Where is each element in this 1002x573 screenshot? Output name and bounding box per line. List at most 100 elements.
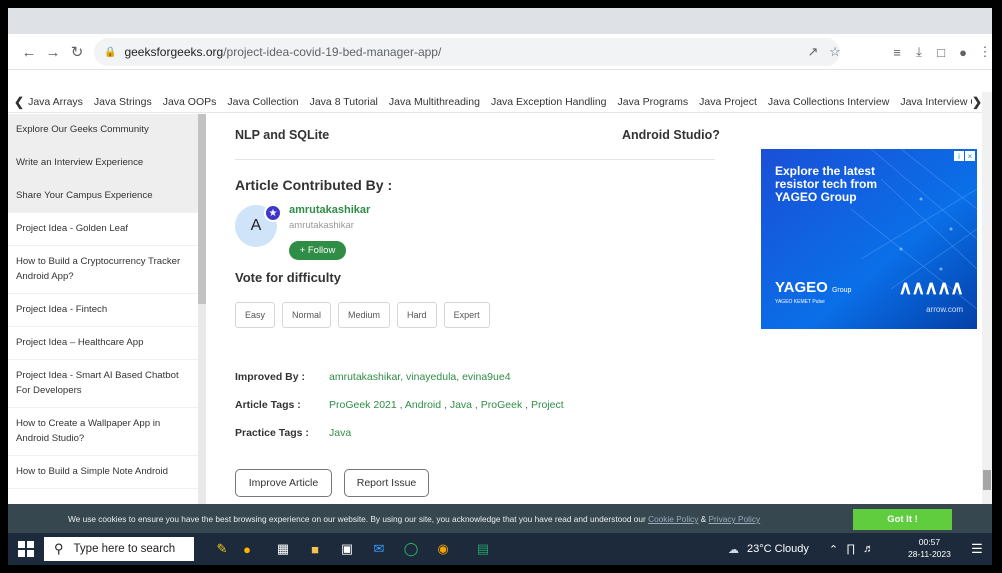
topic-link[interactable]: Java 8 Tutorial [310,96,378,108]
header-spacer [8,70,992,91]
notifications-icon[interactable]: ☰ [966,539,988,559]
chrome-icon[interactable]: ◉ [432,539,454,559]
address-bar[interactable]: 🔒 geeksforgeeks.org/project-idea-covid-1… [94,38,840,66]
report-issue-button[interactable]: Report Issue [344,469,429,497]
taskbar-search-input[interactable]: ⚲ Type here to search [44,537,194,561]
topic-scroll-right-icon[interactable]: ❯ [971,95,982,109]
author-handle: amrutakashikar [289,220,354,231]
vote-medium-button[interactable]: Medium [338,302,391,328]
tray-expand-icon[interactable]: ⌃ [829,543,838,556]
sidebar-item-share-campus[interactable]: Share Your Campus Experience [8,180,198,213]
reload-icon[interactable]: ↻ [66,41,88,63]
article-tags-links[interactable]: ProGeek 2021 , Android , Java , ProGeek … [329,399,564,411]
ad-partner-logo: ∧∧∧∧∧ [898,278,964,299]
ad-brand-suffix: Group [831,287,852,294]
next-article-link[interactable]: Android Studio? [622,128,720,142]
profile-avatar-icon[interactable]: ● [952,41,974,63]
ad-headline: Explore the latest resistor tech from YA… [775,164,878,204]
mail-icon[interactable]: ✉ [368,539,390,559]
task-view-icon[interactable]: ▦ [272,539,294,559]
improve-article-button[interactable]: Improve Article [235,469,332,497]
weather-text[interactable]: 23°C Cloudy [747,543,809,555]
user-badge-icon[interactable]: ● [236,539,258,559]
prev-article-link[interactable]: NLP and SQLite [235,128,329,142]
sidebar: Explore Our Geeks Community Write an Int… [8,114,198,504]
improved-by-row: Improved By : amrutakashikar, vinayedula… [235,371,511,383]
topic-link[interactable]: Java OOPs [163,96,217,108]
page-scrollbar[interactable] [982,92,992,532]
ad-close-icon[interactable]: × [965,151,975,161]
clock[interactable]: 00:57 28-11-2023 [908,536,951,560]
topic-link[interactable]: Java Collections Interview [768,96,889,108]
excel-icon[interactable]: ▤ [472,539,494,559]
vote-normal-button[interactable]: Normal [282,302,332,328]
search-placeholder: Type here to search [73,543,176,555]
share-icon[interactable]: ↗ [802,41,824,63]
ad-info-icon[interactable]: i [954,151,964,161]
sidebar-item-healthcare[interactable]: Project Idea – Healthcare App [8,327,198,360]
bookmark-star-icon[interactable]: ☆ [824,41,846,63]
vote-easy-button[interactable]: Easy [235,302,276,328]
topic-bar: ❮ Java Arrays Java Strings Java OOPs Jav… [8,91,992,113]
back-icon[interactable]: ← [18,41,40,63]
improved-by-label: Improved By : [235,371,306,383]
sidebar-item-explore-community[interactable]: Explore Our Geeks Community [8,114,198,147]
topic-link[interactable]: Java Multithreading [389,96,480,108]
topic-link[interactable]: Java Strings [94,96,152,108]
sidebar-item-note-app[interactable]: How to Build a Simple Note Android [8,456,198,489]
reading-list-icon[interactable]: ≡ [886,41,908,63]
follow-button[interactable]: + Follow [289,241,346,260]
task-view-art-icon[interactable]: ✎ [206,539,238,559]
got-it-button[interactable]: Got It ! [853,509,952,530]
windows-start-icon[interactable] [18,541,34,557]
file-explorer-icon[interactable]: ■ [304,539,326,559]
toolbar-actions: ≡ ⤓ □ ● ⋮ [886,41,992,63]
topic-link[interactable]: Java Collection [227,96,298,108]
forward-icon[interactable]: → [42,41,64,63]
page-scroll-thumb[interactable] [983,470,991,490]
cookie-policy-link[interactable]: Cookie Policy [648,514,698,524]
edge-icon[interactable]: ◯ [400,539,422,559]
url-domain: geeksforgeeks.org [124,45,224,59]
topic-link[interactable]: Java Project [699,96,757,108]
topic-link[interactable]: Java Exception Handling [491,96,607,108]
search-icon: ⚲ [54,541,64,556]
author-badge-star-icon: ★ [264,204,282,222]
ad-subbrands: YAGEO KEMET Pulse [775,299,825,305]
improved-by-links[interactable]: amrutakashikar, vinayedula, evina9ue4 [329,371,511,383]
sidebar-item-golden-leaf[interactable]: Project Idea - Golden Leaf [8,213,198,246]
network-icon[interactable]: ∏ [846,543,855,555]
sidebar-item-fintech[interactable]: Project Idea - Fintech [8,294,198,327]
cookie-amp: & [698,514,709,524]
vote-expert-button[interactable]: Expert [443,302,490,328]
browser-title-bar [8,8,992,34]
cloud-icon: ☁ [728,543,739,556]
vote-difficulty-heading: Vote for difficulty [235,270,341,285]
system-tray: ☁ 23°C Cloudy ⌃ ∏ ♬ [728,533,874,565]
sidebar-item-crypto-tracker[interactable]: How to Build a Cryptocurrency Tracker An… [8,246,198,294]
store-icon[interactable]: ▣ [336,539,358,559]
sidebar-scroll-thumb[interactable] [198,114,206,304]
download-icon[interactable]: ⤓ [908,41,930,63]
sidebar-item-ai-chatbot[interactable]: Project Idea - Smart AI Based Chatbot Fo… [8,360,198,408]
topic-scroll-left-icon[interactable]: ❮ [8,95,28,109]
side-panel-icon[interactable]: □ [930,41,952,63]
clock-date: 28-11-2023 [908,549,951,559]
sidebar-item-wallpaper-app[interactable]: How to Create a Wallpaper App in Android… [8,408,198,456]
sidebar-scrollbar[interactable] [198,114,206,504]
privacy-policy-link[interactable]: Privacy Policy [709,514,761,524]
taskbar: ⚲ Type here to search ✎ ● ▦ ■ ▣ ✉ ◯ ◉ ▤ … [8,533,992,565]
sidebar-item-write-interview[interactable]: Write an Interview Experience [8,147,198,180]
screen: ← → ↻ 🔒 geeksforgeeks.org/project-idea-c… [8,8,992,565]
ad-controls: i × [954,151,975,161]
practice-tags-link[interactable]: Java [329,427,351,439]
article-tags-row: Article Tags : ProGeek 2021 , Android , … [235,399,564,411]
topic-link[interactable]: Java Arrays [28,96,83,108]
vote-hard-button[interactable]: Hard [397,302,437,328]
volume-icon[interactable]: ♬ [863,543,874,555]
topic-link[interactable]: Java Programs [618,96,689,108]
advertisement[interactable]: i × Explore the latest resistor tech fro… [761,149,977,329]
menu-kebab-icon[interactable]: ⋮ [974,41,992,63]
browser-toolbar: ← → ↻ 🔒 geeksforgeeks.org/project-idea-c… [8,34,992,70]
author-name[interactable]: amrutakashikar [289,204,370,216]
